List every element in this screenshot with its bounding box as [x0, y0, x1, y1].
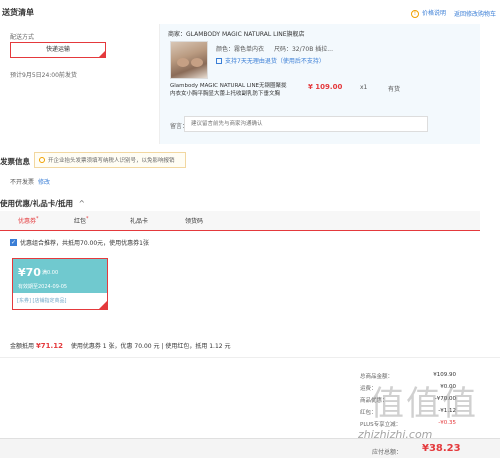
shipping-label: 配送方式 — [10, 34, 35, 41]
selected-corner-icon — [99, 51, 105, 57]
product-attributes: 颜色：霧色单内衣 尺码：32/70B 插拉... — [216, 44, 341, 53]
delivery-list-header: 送货清单 ! 价格说明 返回修改购物车 — [0, 0, 500, 24]
totals-value: ¥109.90 — [433, 372, 456, 378]
invoice-status: 不开发票 — [10, 179, 35, 186]
product-image[interactable] — [170, 41, 208, 79]
tab-red-packet-mark: * — [86, 216, 89, 222]
order-totals: 总商品金额： ¥109.90 运费： ¥0.00 商品优惠： -¥70.00 红包： -… — [360, 370, 456, 430]
back-to-cart-link[interactable]: 返回修改购物车 — [454, 9, 496, 18]
totals-row: 红包： -¥1.12 — [360, 406, 456, 418]
price-note-link[interactable]: ! 价格说明 — [410, 8, 446, 18]
selected-corner-icon — [99, 301, 107, 309]
coupon-condition: 满0.00 — [42, 270, 59, 276]
payable-label: 应付总额： — [372, 449, 403, 456]
shipping-option-button[interactable]: 快递运输 — [10, 42, 106, 58]
shipping-panel: 配送方式 快递运输 预计9月5日24:00前发货 — [0, 24, 160, 144]
product-stock-status: 有货 — [388, 86, 401, 93]
totals-row: 运费： ¥0.00 — [360, 382, 456, 394]
info-icon: ! — [410, 10, 419, 18]
coupon-validity: 有效期至2024-09-05 — [18, 284, 68, 290]
invoice-edit-link[interactable]: 修改 — [38, 179, 50, 186]
totals-label: 商品优惠： — [360, 398, 388, 404]
totals-label: 总商品金额： — [360, 374, 394, 380]
shop-name: 商家：GLAMBODY MAGIC NATURAL LINE旗舰店 — [168, 31, 305, 38]
tab-coupons-mark: * — [36, 216, 39, 222]
totals-label: PLUS专享立减： — [360, 422, 402, 428]
totals-value: ¥0.00 — [440, 384, 456, 390]
price-note-text[interactable]: 价格说明 — [422, 10, 446, 17]
discount-summary: 金额抵用 ¥71.12 使用优惠券 1 张，优惠 70.00 元 | 使用红包，… — [10, 341, 231, 350]
return-policy-text: 支持7天无理由退货（使用后不支持） — [225, 58, 325, 65]
payable-amount: ¥38.23 — [422, 443, 461, 454]
return-policy: 支持7天无理由退货（使用后不支持） — [216, 56, 325, 65]
totals-value: -¥0.35 — [438, 420, 456, 426]
lightbulb-icon — [39, 157, 45, 163]
return-policy-icon — [216, 57, 222, 64]
product-size: 尺码：32/70B 插拉... — [273, 46, 333, 53]
product-image-detail — [191, 58, 203, 67]
tab-gift-card[interactable]: 礼品卡 — [130, 216, 148, 225]
product-quantity: x1 — [360, 84, 368, 91]
tab-red-packet[interactable]: 红包* — [74, 216, 89, 225]
discount-summary-detail: 使用优惠券 1 张，优惠 70.00 元 | 使用红包，抵用 1.12 元 — [70, 343, 231, 350]
product-panel: 商家：GLAMBODY MAGIC NATURAL LINE旗舰店 颜色：霧色单… — [160, 24, 480, 144]
coupon-amount: ¥70 — [18, 266, 41, 279]
totals-row: PLUS专享立减： -¥0.35 — [360, 418, 456, 430]
coupon-section-toggle[interactable]: 使用优惠/礼品卡/抵用 ^ — [0, 198, 85, 209]
coupon-card-footer: [东券] [店铺指定商品] — [13, 293, 107, 309]
payment-bar: 应付总额： ¥38.23 — [0, 438, 500, 458]
shipping-option-label: 快递运输 — [45, 46, 70, 53]
discount-summary-label: 金额抵用 — [10, 343, 35, 350]
invoice-title: 发票信息 — [0, 157, 30, 166]
product-color: 颜色：霧色单内衣 — [216, 46, 265, 53]
tab-pickup-code[interactable]: 领货码 — [185, 216, 203, 225]
coupon-card-header: ¥70 满0.00 有效期至2024-09-05 — [13, 259, 107, 293]
tab-red-packet-label: 红包 — [74, 218, 87, 225]
header-links: ! 价格说明 返回修改购物车 — [410, 8, 496, 18]
discount-summary-amount: ¥71.12 — [35, 342, 63, 350]
totals-label: 运费： — [360, 386, 377, 392]
totals-value: -¥1.12 — [438, 408, 456, 414]
divider — [0, 357, 500, 358]
coupon-card[interactable]: ¥70 满0.00 有效期至2024-09-05 [东券] [店铺指定商品] — [12, 258, 108, 310]
coupon-scope: [东券] [店铺指定商品] — [17, 298, 67, 304]
totals-value: -¥70.00 — [434, 396, 456, 402]
tab-coupons[interactable]: 优惠券* — [18, 216, 39, 225]
tab-coupons-label: 优惠券 — [18, 218, 37, 225]
shipping-eta: 预计9月5日24:00前发货 — [10, 72, 77, 79]
totals-row: 商品优惠： -¥70.00 — [360, 394, 456, 406]
auto-recommend-checkbox[interactable]: ✓ 优惠组合推荐，共抵用70.00元，使用优惠券1张 — [10, 238, 149, 247]
coupon-section-title: 使用优惠/礼品卡/抵用 — [0, 199, 73, 208]
totals-row: 总商品金额： ¥109.90 — [360, 370, 456, 382]
invoice-status-line: 不开发票 修改 — [10, 177, 50, 186]
auto-recommend-label: 优惠组合推荐，共抵用70.00元，使用优惠券1张 — [20, 240, 149, 247]
checkbox-checked-icon: ✓ — [10, 239, 17, 246]
section-title: 送货清单 — [2, 8, 34, 17]
product-price: ¥ 109.00 — [308, 83, 343, 91]
product-image-detail — [177, 58, 189, 67]
totals-label: 红包： — [360, 410, 377, 416]
invoice-tip: 开企业抬头发票须填写纳税人识别号，以免影响报销 — [34, 152, 186, 168]
invoice-tip-text: 开企业抬头发票须填写纳税人识别号，以免影响报销 — [48, 158, 175, 164]
remark-input[interactable] — [184, 116, 428, 132]
chevron-up-icon: ^ — [78, 199, 85, 208]
product-name-link[interactable]: Glambody MAGIC NATURAL LINE无钢圈聚拢内衣女小胸平胸显… — [170, 82, 290, 98]
coupon-tabs: 优惠券* 红包* 礼品卡 领货码 — [0, 211, 480, 231]
